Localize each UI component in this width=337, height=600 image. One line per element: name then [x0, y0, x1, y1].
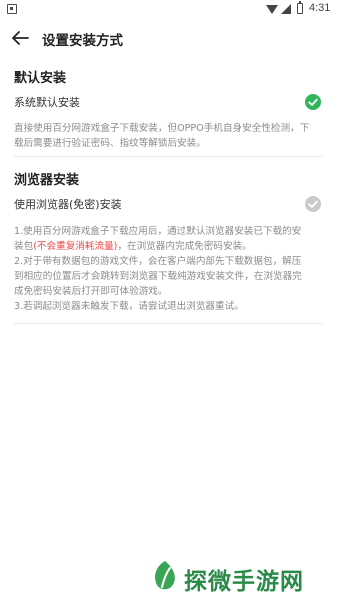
option-label-system: 系统默认安装 — [14, 96, 80, 109]
notification-icon — [7, 4, 17, 14]
leaf-logo-icon — [155, 561, 175, 590]
page-title: 设置安装方式 — [42, 33, 123, 49]
section-title-default: 默认安装 — [14, 71, 67, 86]
section-title-browser: 浏览器安装 — [14, 173, 80, 188]
browser-install-notes: 1.使用百分网游戏盒子下载应用后，通过默认浏览器安装已下载的安装包(不会重复消耗… — [14, 224, 310, 314]
signal-icon — [281, 4, 291, 14]
status-time: 4:31 — [309, 2, 331, 14]
note-1-highlight: (不会重复消耗流量) — [33, 241, 118, 252]
note-2-text: 2.对于带有数据包的游戏文件，会在客户端内部先下载数据包，解压到相应的位置后才会… — [14, 256, 302, 297]
divider — [14, 323, 323, 324]
status-bar: 4:31 — [0, 0, 337, 20]
note-3-text: 3.若调起浏览器未触发下载，请尝试退出浏览器重试。 — [14, 301, 244, 312]
system-install-desc: 直接使用百分网游戏盒子下载安装，但OPPO手机自身安全性检测，下载后需要进行验证… — [14, 123, 310, 149]
check-circle-icon[interactable] — [305, 196, 321, 212]
battery-icon — [297, 1, 303, 14]
wifi-icon — [266, 5, 278, 14]
check-circle-icon[interactable] — [305, 94, 321, 110]
option-browser-install[interactable]: 使用浏览器(免密)安装 — [0, 190, 337, 218]
divider — [14, 156, 323, 157]
watermark-text: 探微手游网 — [184, 569, 304, 595]
watermark: 探微手游网 — [150, 557, 330, 597]
option-label-browser: 使用浏览器(免密)安装 — [14, 198, 122, 211]
note-1-tail: ，在浏览器内完成免密码安装。 — [117, 241, 252, 252]
option-system-install[interactable]: 系统默认安装 — [0, 88, 337, 116]
title-bar: 设置安装方式 — [0, 20, 337, 56]
back-arrow-icon — [12, 31, 29, 45]
back-button[interactable] — [8, 26, 32, 50]
